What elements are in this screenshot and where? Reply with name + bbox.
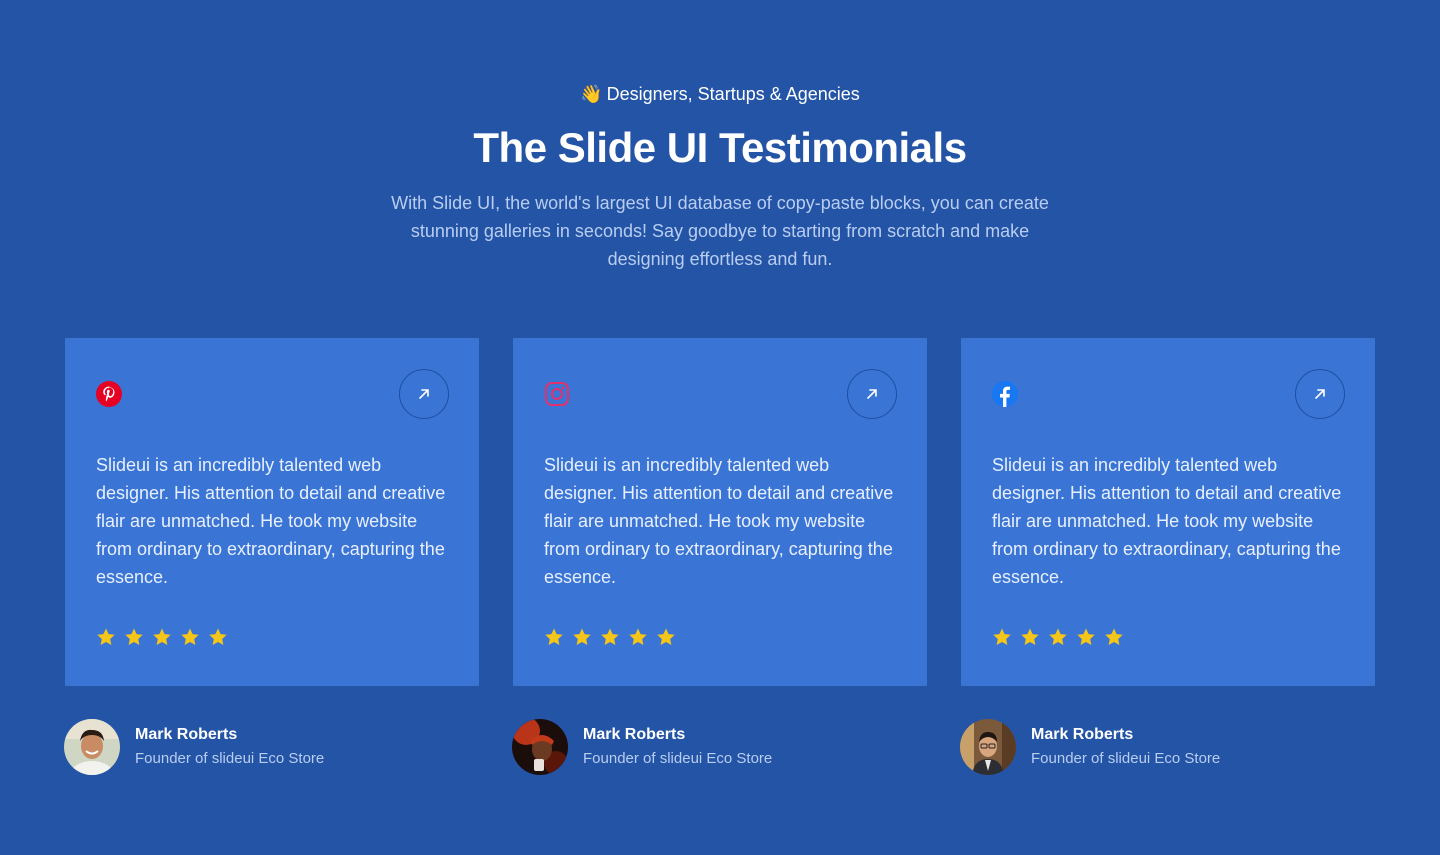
star-icon — [601, 628, 619, 645]
facebook-icon — [992, 381, 1018, 407]
testimonial-quote: Slideui is an incredibly talented web de… — [96, 455, 446, 587]
star-icon — [573, 628, 591, 645]
star-icon — [209, 628, 227, 645]
eyebrow: 👋 Designers, Startups & Agencies — [0, 84, 1440, 105]
testimonial-quote: Slideui is an incredibly talented web de… — [992, 455, 1342, 587]
testimonial-card: Slideui is an incredibly talented web de… — [65, 338, 479, 686]
author-role: Founder of slideui Eco Store — [1031, 750, 1221, 767]
page-title: The Slide UI Testimonials — [473, 124, 967, 171]
author: Mark Roberts Founder of slideui Eco Stor… — [512, 718, 772, 776]
arrow-up-right-icon — [867, 389, 877, 399]
author: Mark Roberts Founder of slideui Eco Stor… — [960, 718, 1220, 776]
star-icon — [629, 628, 647, 645]
star-icon — [1105, 628, 1123, 645]
author: Mark Roberts Founder of slideui Eco Stor… — [64, 718, 324, 776]
author-name: Mark Roberts — [1031, 726, 1134, 743]
star-rating — [544, 627, 676, 647]
arrow-up-right-icon — [419, 389, 429, 399]
avatar — [64, 719, 120, 775]
open-link-button[interactable] — [847, 369, 897, 419]
testimonial-quote: Slideui is an incredibly talented web de… — [544, 455, 894, 587]
author-name: Mark Roberts — [135, 726, 238, 743]
instagram-icon — [545, 382, 569, 406]
star-icon — [125, 628, 143, 645]
open-link-button[interactable] — [399, 369, 449, 419]
star-icon — [1049, 628, 1067, 645]
author-role: Founder of slideui Eco Store — [583, 750, 773, 767]
pinterest-icon — [96, 381, 122, 407]
page-subtitle: With Slide UI, the world's largest UI da… — [391, 193, 1049, 269]
author-name: Mark Roberts — [583, 726, 686, 743]
testimonial-card: Slideui is an incredibly talented web de… — [961, 338, 1375, 686]
avatar — [512, 719, 568, 775]
star-icon — [153, 628, 171, 645]
star-icon — [97, 628, 115, 645]
star-icon — [993, 628, 1011, 645]
waving-hand-icon: 👋 — [580, 84, 603, 104]
eyebrow-text: Designers, Startups & Agencies — [606, 84, 860, 104]
star-icon — [657, 628, 675, 645]
star-rating — [992, 627, 1124, 647]
open-link-button[interactable] — [1295, 369, 1345, 419]
star-icon — [1021, 628, 1039, 645]
star-icon — [545, 628, 563, 645]
star-icon — [1077, 628, 1095, 645]
arrow-up-right-icon — [1315, 389, 1325, 399]
testimonials-section: 👋 Designers, Startups & Agencies The Slid… — [0, 0, 1440, 855]
testimonial-card: Slideui is an incredibly talented web de… — [513, 338, 927, 686]
star-rating — [96, 627, 228, 647]
avatar — [960, 719, 1016, 775]
star-icon — [181, 628, 199, 645]
author-role: Founder of slideui Eco Store — [135, 750, 325, 767]
